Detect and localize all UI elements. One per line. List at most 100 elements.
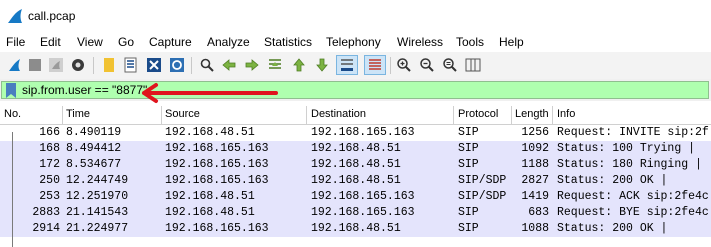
display-filter-input[interactable]: sip.from.user == "8877" bbox=[1, 81, 709, 99]
packet-length: 1256 bbox=[521, 126, 549, 139]
column-header-info[interactable]: Info bbox=[557, 108, 575, 120]
packet-protocol: SIP/SDP bbox=[458, 190, 507, 203]
find-packet-icon[interactable] bbox=[198, 56, 216, 74]
packet-source: 192.168.48.51 bbox=[165, 126, 255, 139]
packet-row[interactable]: 253 12.251970 192.168.48.51 192.168.165.163… bbox=[0, 189, 711, 205]
zoom-in-icon[interactable] bbox=[395, 56, 413, 74]
column-divider[interactable] bbox=[453, 106, 454, 124]
packet-time: 8.490119 bbox=[66, 126, 122, 139]
packet-source: 192.168.48.51 bbox=[165, 190, 255, 203]
column-header-no[interactable]: No. bbox=[4, 108, 21, 120]
packet-destination: 192.168.48.51 bbox=[311, 174, 401, 187]
restart-capture-icon[interactable] bbox=[47, 56, 65, 74]
packet-time: 21.141543 bbox=[66, 206, 129, 219]
column-divider[interactable] bbox=[511, 106, 512, 124]
zoom-out-icon[interactable] bbox=[418, 56, 436, 74]
packet-destination: 192.168.165.163 bbox=[311, 126, 415, 139]
close-file-icon[interactable] bbox=[145, 56, 163, 74]
packet-time: 8.494412 bbox=[66, 142, 122, 155]
packet-length: 1092 bbox=[521, 142, 549, 155]
menu-wireless[interactable]: Wireless bbox=[397, 35, 443, 49]
menu-go[interactable]: Go bbox=[118, 35, 134, 49]
go-back-icon[interactable] bbox=[220, 56, 238, 74]
normal-size-icon[interactable] bbox=[441, 56, 459, 74]
go-to-packet-icon[interactable] bbox=[266, 56, 284, 74]
packet-protocol: SIP bbox=[458, 126, 479, 139]
packet-info: Request: BYE sip:2fe4c bbox=[557, 206, 709, 219]
column-divider[interactable] bbox=[306, 106, 307, 124]
save-file-icon[interactable] bbox=[122, 56, 140, 74]
go-last-icon[interactable] bbox=[313, 56, 331, 74]
packet-number: 166 bbox=[39, 126, 60, 139]
column-header-destination[interactable]: Destination bbox=[311, 108, 366, 120]
colorize-icon[interactable] bbox=[364, 55, 386, 75]
open-file-icon[interactable] bbox=[100, 56, 118, 74]
annotation-arrow-icon bbox=[142, 83, 278, 103]
go-forward-icon[interactable] bbox=[243, 56, 261, 74]
menu-help[interactable]: Help bbox=[499, 35, 524, 49]
menu-analyze[interactable]: Analyze bbox=[207, 35, 250, 49]
toolbar-separator bbox=[93, 57, 94, 74]
menu-file[interactable]: File bbox=[6, 35, 25, 49]
toolbar-separator bbox=[390, 57, 391, 74]
packet-list-header: No. Time Source Destination Protocol Len… bbox=[0, 106, 711, 125]
packet-source: 192.168.165.163 bbox=[165, 222, 269, 235]
column-header-time[interactable]: Time bbox=[66, 108, 90, 120]
menu-capture[interactable]: Capture bbox=[149, 35, 192, 49]
bookmark-icon[interactable] bbox=[5, 83, 17, 98]
column-divider[interactable] bbox=[161, 106, 162, 124]
reload-file-icon[interactable] bbox=[168, 56, 186, 74]
menu-bar: File Edit View Go Capture Analyze Statis… bbox=[0, 32, 711, 52]
packet-row[interactable]: 168 8.494412 192.168.165.163 192.168.48.51 S… bbox=[0, 141, 711, 157]
start-capture-icon[interactable] bbox=[5, 56, 23, 74]
go-first-icon[interactable] bbox=[290, 56, 308, 74]
packet-destination: 192.168.48.51 bbox=[311, 158, 401, 171]
packet-protocol: SIP bbox=[458, 158, 479, 171]
column-divider[interactable] bbox=[552, 106, 553, 124]
packet-row[interactable]: 172 8.534677 192.168.165.163 192.168.48.51 S… bbox=[0, 157, 711, 173]
toolbar-separator bbox=[191, 57, 192, 74]
menu-statistics[interactable]: Statistics bbox=[264, 35, 312, 49]
menu-edit[interactable]: Edit bbox=[40, 35, 61, 49]
autoscroll-icon[interactable] bbox=[336, 55, 358, 75]
packet-number: 2914 bbox=[32, 222, 60, 235]
menu-view[interactable]: View bbox=[77, 35, 103, 49]
packet-length: 2827 bbox=[521, 174, 549, 187]
column-header-source[interactable]: Source bbox=[165, 108, 200, 120]
packet-info: Status: 200 OK | bbox=[557, 174, 668, 187]
packet-number: 2883 bbox=[32, 206, 60, 219]
capture-options-icon[interactable] bbox=[69, 56, 87, 74]
packet-row[interactable]: 2914 21.224977 192.168.165.163 192.168.48.5… bbox=[0, 221, 711, 237]
packet-number: 168 bbox=[39, 142, 60, 155]
packet-length: 1088 bbox=[521, 222, 549, 235]
packet-destination: 192.168.165.163 bbox=[311, 190, 415, 203]
packet-protocol: SIP bbox=[458, 142, 479, 155]
stop-capture-icon[interactable] bbox=[26, 56, 44, 74]
column-divider[interactable] bbox=[62, 106, 63, 124]
column-header-length[interactable]: Length bbox=[515, 108, 549, 120]
main-toolbar bbox=[0, 52, 711, 79]
packet-row[interactable]: 250 12.244749 192.168.165.163 192.168.48.51… bbox=[0, 173, 711, 189]
packet-row[interactable]: 166 8.490119 192.168.48.51 192.168.165.163 S… bbox=[0, 125, 711, 141]
packet-protocol: SIP bbox=[458, 222, 479, 235]
packet-length: 683 bbox=[528, 206, 549, 219]
packet-time: 12.244749 bbox=[66, 174, 129, 187]
related-packet-line bbox=[12, 132, 13, 247]
packet-info: Request: ACK sip:2fe4c bbox=[557, 190, 709, 203]
packet-source: 192.168.48.51 bbox=[165, 206, 255, 219]
packet-number: 172 bbox=[39, 158, 60, 171]
packet-time: 12.251970 bbox=[66, 190, 129, 203]
packet-row[interactable]: 2883 21.141543 192.168.48.51 192.168.165.16… bbox=[0, 205, 711, 221]
menu-tools[interactable]: Tools bbox=[456, 35, 484, 49]
packet-time: 21.224977 bbox=[66, 222, 129, 235]
packet-destination: 192.168.48.51 bbox=[311, 142, 401, 155]
window-title: call.pcap bbox=[28, 9, 76, 23]
packet-number: 253 bbox=[39, 190, 60, 203]
packet-length: 1188 bbox=[521, 158, 549, 171]
title-bar: call.pcap bbox=[0, 0, 711, 32]
column-header-protocol[interactable]: Protocol bbox=[458, 108, 498, 120]
packet-time: 8.534677 bbox=[66, 158, 122, 171]
menu-telephony[interactable]: Telephony bbox=[326, 35, 381, 49]
packet-source: 192.168.165.163 bbox=[165, 158, 269, 171]
resize-columns-icon[interactable] bbox=[464, 56, 482, 74]
